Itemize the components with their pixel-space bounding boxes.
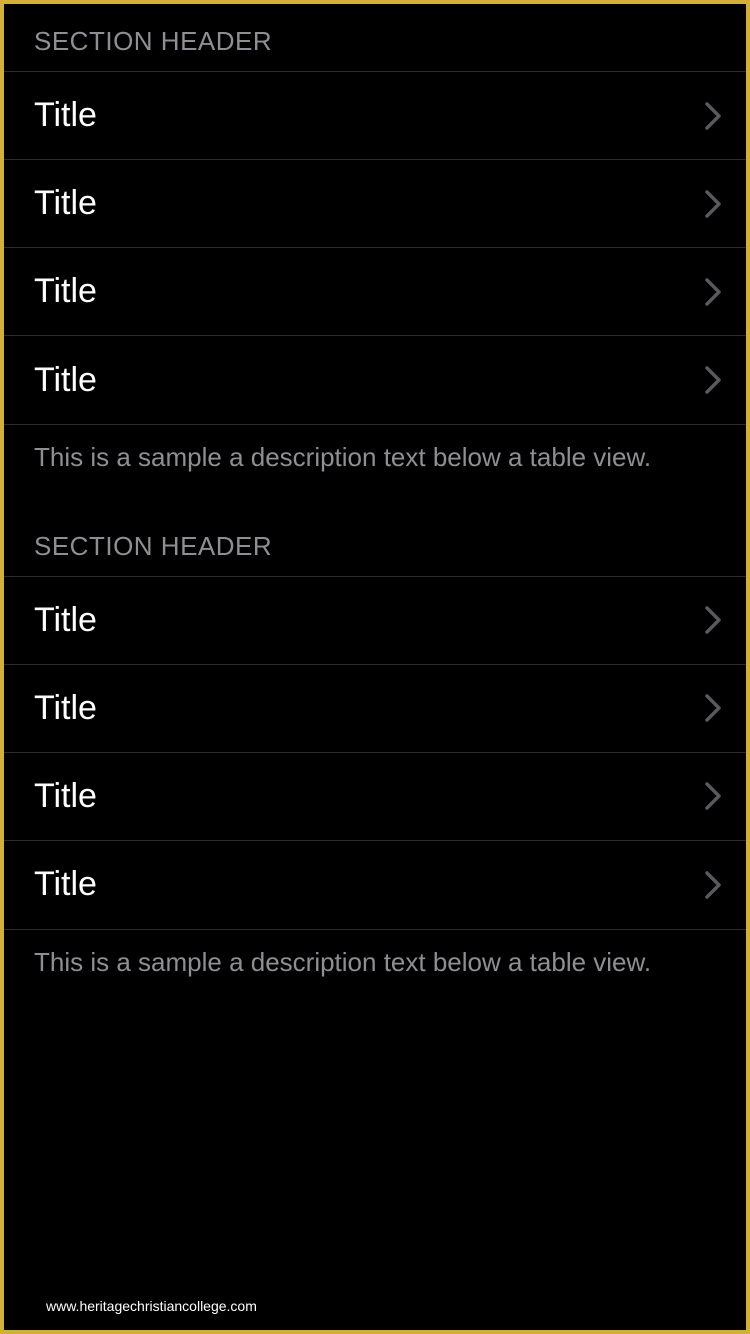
chevron-right-icon bbox=[704, 605, 722, 635]
row-title: Title bbox=[34, 96, 97, 135]
row-title: Title bbox=[34, 689, 97, 728]
row-title: Title bbox=[34, 184, 97, 223]
table-row[interactable]: Title bbox=[4, 336, 746, 424]
section-header-label: SECTION HEADER bbox=[34, 26, 272, 56]
section-footer: This is a sample a description text belo… bbox=[4, 930, 746, 1012]
section-header: SECTION HEADER bbox=[4, 4, 746, 71]
table-row[interactable]: Title bbox=[4, 841, 746, 929]
table-row[interactable]: Title bbox=[4, 577, 746, 665]
chevron-right-icon bbox=[704, 101, 722, 131]
table-view: Title Title Title Title bbox=[4, 71, 746, 425]
chevron-right-icon bbox=[704, 693, 722, 723]
row-title: Title bbox=[34, 777, 97, 816]
chevron-right-icon bbox=[704, 277, 722, 307]
table-row[interactable]: Title bbox=[4, 160, 746, 248]
section-header: SECTION HEADER bbox=[4, 507, 746, 576]
table-view: Title Title Title Title bbox=[4, 576, 746, 930]
section-header-label: SECTION HEADER bbox=[34, 531, 272, 561]
table-row[interactable]: Title bbox=[4, 753, 746, 841]
chevron-right-icon bbox=[704, 189, 722, 219]
row-title: Title bbox=[34, 601, 97, 640]
table-row[interactable]: Title bbox=[4, 665, 746, 753]
chevron-right-icon bbox=[704, 365, 722, 395]
section-footer-label: This is a sample a description text belo… bbox=[34, 947, 651, 977]
row-title: Title bbox=[34, 361, 97, 400]
chevron-right-icon bbox=[704, 870, 722, 900]
watermark: www.heritagechristiancollege.com bbox=[46, 1298, 257, 1314]
chevron-right-icon bbox=[704, 781, 722, 811]
section-footer-label: This is a sample a description text belo… bbox=[34, 442, 651, 472]
row-title: Title bbox=[34, 865, 97, 904]
row-title: Title bbox=[34, 272, 97, 311]
table-row[interactable]: Title bbox=[4, 72, 746, 160]
section-footer: This is a sample a description text belo… bbox=[4, 425, 746, 507]
watermark-label: www.heritagechristiancollege.com bbox=[46, 1298, 257, 1314]
table-row[interactable]: Title bbox=[4, 248, 746, 336]
